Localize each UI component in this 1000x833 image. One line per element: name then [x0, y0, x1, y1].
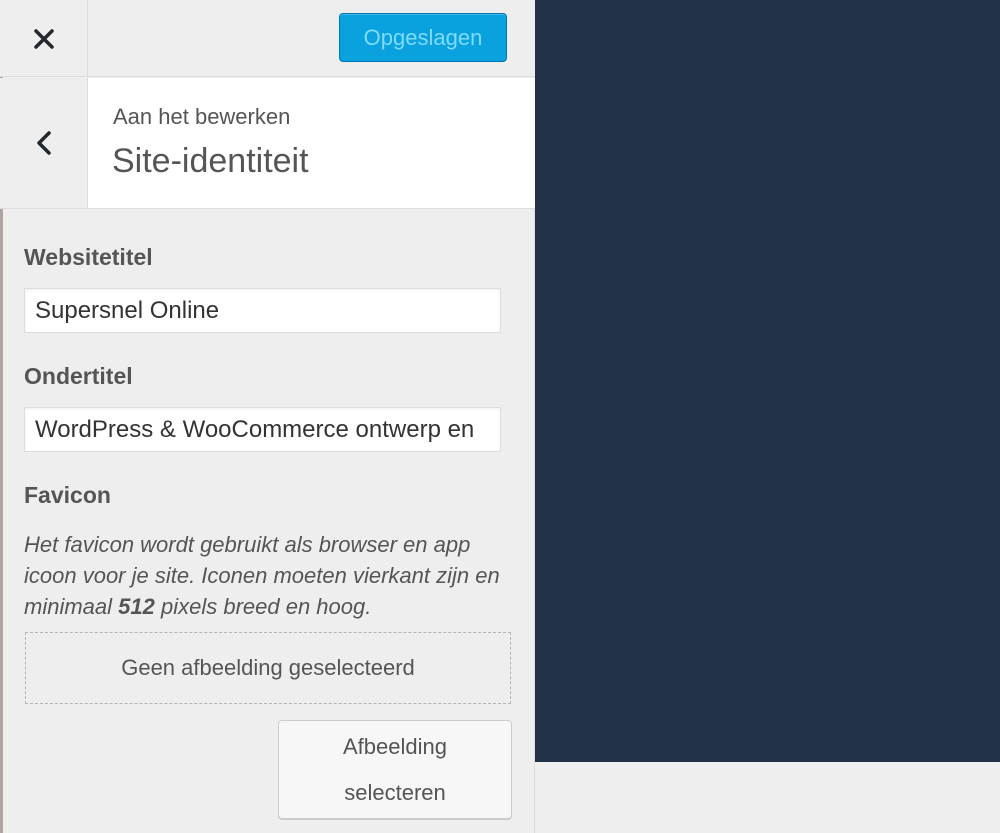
no-image-text: Geen afbeelding geselecteerd — [121, 655, 415, 680]
editing-label: Aan het bewerken — [113, 104, 291, 129]
select-image-button[interactable]: Afbeelding selecteren — [278, 720, 512, 819]
favicon-label: Favicon — [24, 482, 111, 508]
favicon-min-size: 512 — [118, 594, 155, 619]
close-button[interactable] — [0, 0, 88, 77]
site-title-label: Websitetitel — [24, 244, 153, 270]
chevron-left-icon — [36, 131, 51, 155]
customizer-sidebar: Opgeslagen Aan het bewerken Site-identit… — [0, 0, 535, 833]
section-title: Site-identiteit — [112, 142, 309, 180]
section-header: Aan het bewerken Site-identiteit — [0, 78, 535, 209]
tagline-label: Ondertitel — [24, 363, 133, 389]
site-preview[interactable] — [535, 0, 1000, 762]
customizer-header: Opgeslagen — [0, 0, 535, 77]
preview-footer-area — [535, 762, 1000, 833]
save-button[interactable]: Opgeslagen — [339, 13, 507, 62]
back-button[interactable] — [0, 78, 88, 208]
favicon-placeholder: Geen afbeelding geselecteerd — [25, 632, 511, 704]
close-icon — [33, 28, 54, 49]
favicon-description-suffix: pixels breed en hoog. — [154, 594, 372, 619]
select-image-line2: selecteren — [344, 779, 446, 805]
site-title-input[interactable] — [24, 288, 501, 333]
favicon-description: Het favicon wordt gebruikt als browser e… — [24, 529, 514, 622]
select-image-line1: Afbeelding — [343, 733, 447, 759]
tagline-input[interactable] — [24, 407, 501, 452]
